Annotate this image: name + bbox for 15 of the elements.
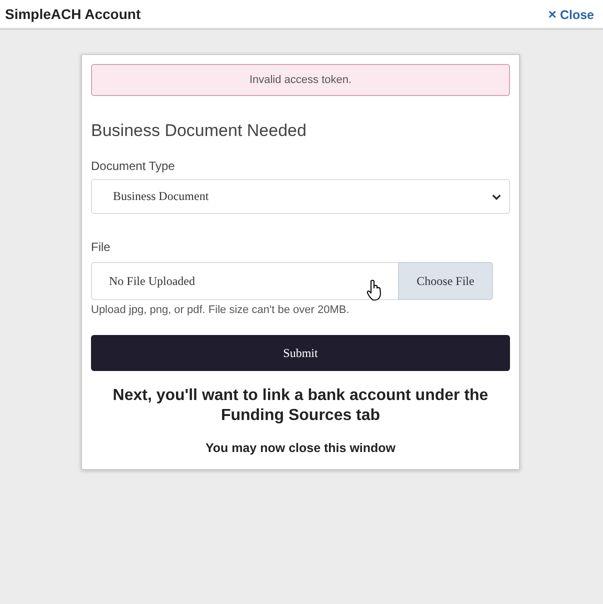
form-title: Business Document Needed [91, 121, 308, 141]
choose-file-button[interactable]: Choose File [398, 262, 493, 300]
hand-cursor-icon [366, 279, 382, 301]
next-step-text: Next, you'll want to link a bank account under the Funding Sources tab [112, 386, 490, 426]
chevron-down-icon [492, 194, 501, 200]
field-label: Document Type [91, 159, 176, 173]
help-text: Upload jpg, png, or pdf. File size can't be over 20MB. [91, 304, 350, 316]
submit-button[interactable]: Submit [91, 335, 510, 371]
note-text: You may now close this window [204, 441, 397, 455]
error-alert: Invalid access token. [91, 64, 510, 96]
close-link[interactable]: × Close [548, 6, 594, 22]
document-type-select[interactable]: Business Document [91, 179, 510, 214]
file-field[interactable]: No File Uploaded [91, 262, 398, 300]
window-title: SimpleACH Account [5, 6, 141, 22]
field-label: File [91, 240, 112, 254]
